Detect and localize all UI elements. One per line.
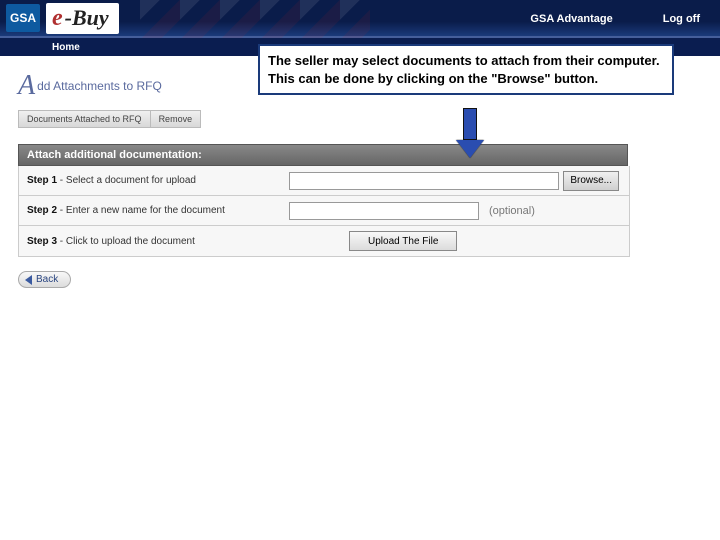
gsa-logo: GSA	[6, 4, 40, 32]
step-3-bold: Step 3	[27, 236, 57, 247]
step-3-action: Upload The File	[289, 231, 629, 251]
flag-decoration	[140, 0, 370, 38]
nav-gsa-advantage[interactable]: GSA Advantage	[530, 13, 612, 25]
nav-log-off[interactable]: Log off	[663, 13, 700, 25]
attach-section-header: Attach additional documentation:	[18, 144, 628, 166]
step-2-action: (optional)	[289, 202, 629, 220]
ebuy-logo-buy: -Buy	[65, 5, 109, 31]
instruction-callout: The seller may select documents to attac…	[258, 44, 674, 95]
step-3-label: Step 3 - Click to upload the document	[19, 236, 289, 247]
back-button[interactable]: Back	[18, 271, 71, 288]
attached-remove-header: Remove	[151, 110, 202, 128]
step-2-row: Step 2 - Enter a new name for the docume…	[19, 196, 629, 226]
nav-home[interactable]: Home	[52, 42, 80, 53]
step-2-text: - Enter a new name for the document	[57, 205, 225, 216]
ebuy-logo: e -Buy	[46, 3, 119, 34]
upload-file-button[interactable]: Upload The File	[349, 231, 457, 251]
callout-arrow-icon	[456, 108, 484, 158]
top-header-bar: GSA e -Buy GSA Advantage Log off	[0, 0, 720, 38]
top-nav-right: GSA Advantage Log off	[530, 0, 700, 38]
upload-steps-table: Step 1 - Select a document for upload Br…	[18, 166, 630, 257]
page-title-text: dd Attachments to RFQ	[37, 79, 162, 93]
step-2-bold: Step 2	[27, 205, 57, 216]
step-3-text: - Click to upload the document	[57, 236, 195, 247]
file-path-input[interactable]	[289, 172, 559, 190]
attached-documents-bar: Documents Attached to RFQ Remove	[18, 110, 720, 128]
step-3-row: Step 3 - Click to upload the document Up…	[19, 226, 629, 256]
page-title-initial: A	[18, 70, 35, 102]
attached-docs-header: Documents Attached to RFQ	[18, 110, 151, 128]
step-2-label: Step 2 - Enter a new name for the docume…	[19, 205, 289, 216]
step-1-row: Step 1 - Select a document for upload Br…	[19, 166, 629, 196]
step-1-action: Browse...	[289, 171, 629, 191]
step-1-bold: Step 1	[27, 175, 57, 186]
back-arrow-icon	[25, 275, 32, 285]
optional-label: (optional)	[489, 205, 535, 217]
back-button-label: Back	[36, 274, 58, 285]
browse-button[interactable]: Browse...	[563, 171, 619, 191]
document-name-input[interactable]	[289, 202, 479, 220]
ebuy-logo-e: e	[52, 5, 63, 32]
step-1-text: - Select a document for upload	[57, 175, 196, 186]
step-1-label: Step 1 - Select a document for upload	[19, 175, 289, 186]
